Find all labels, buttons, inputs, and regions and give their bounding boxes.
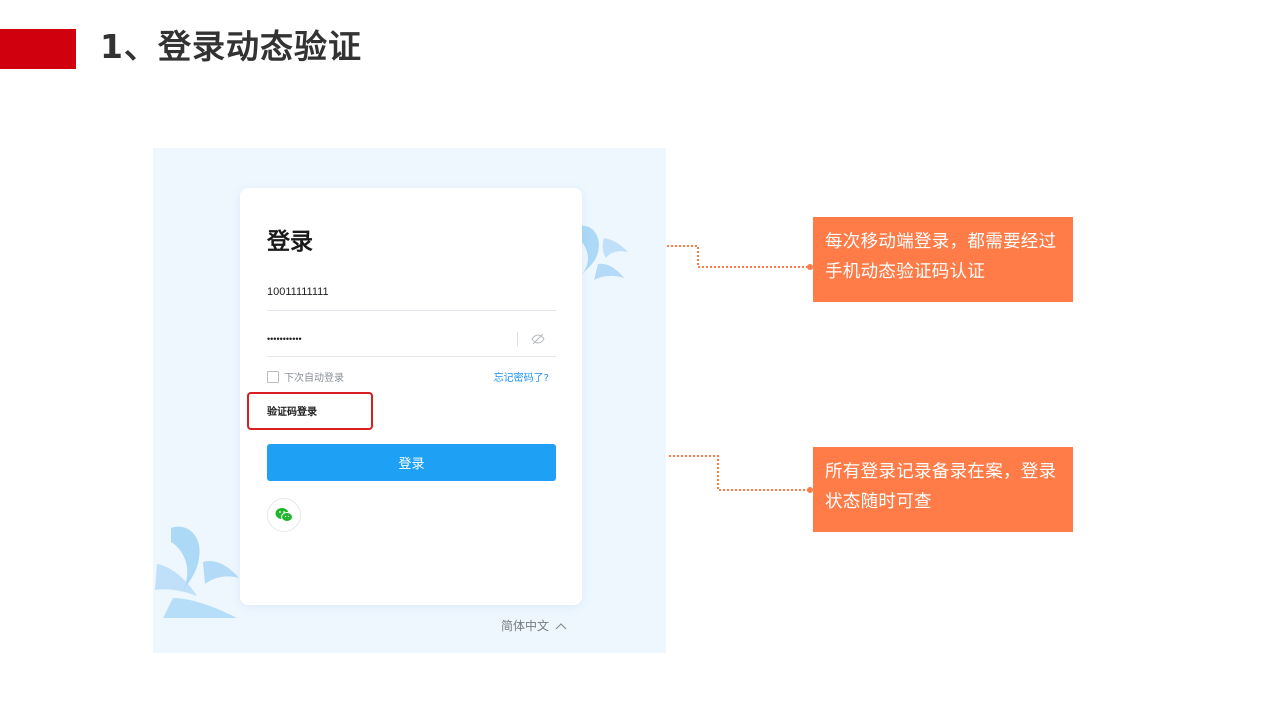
connector-2 — [669, 455, 810, 491]
callout-mobile-verification: 每次移动端登录，都需要经过手机动态验证码认证 — [813, 217, 1073, 302]
callout-connectors — [667, 245, 813, 493]
connector-1 — [667, 245, 810, 268]
callout-login-records: 所有登录记录备录在案，登录状态随时可查 — [813, 447, 1073, 532]
